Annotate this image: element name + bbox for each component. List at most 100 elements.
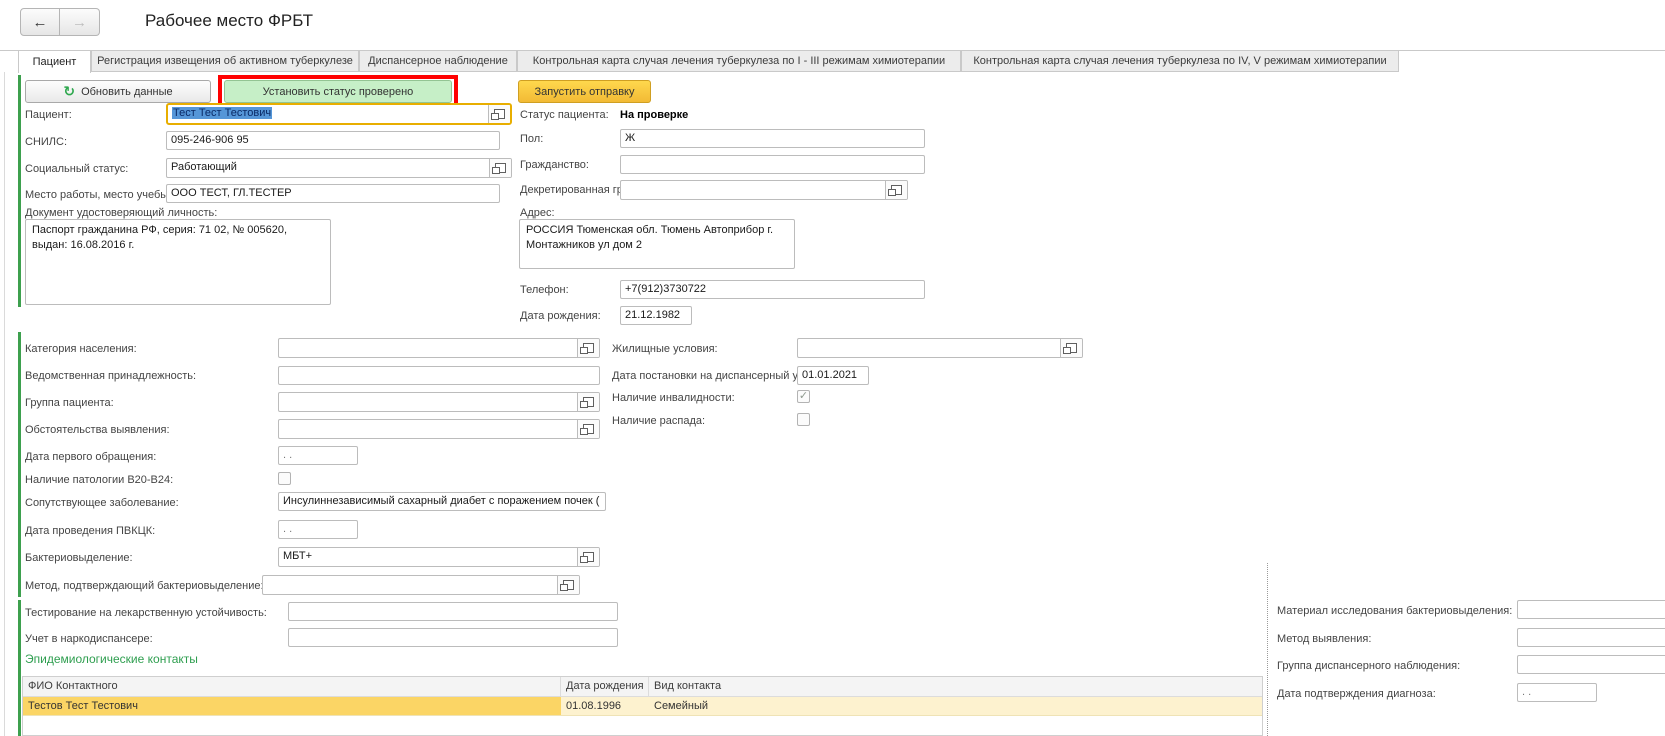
- contact-birthdate-cell[interactable]: 01.08.1996: [561, 697, 649, 715]
- citizenship-value: [621, 156, 924, 173]
- pvkck-date-value: . .: [279, 521, 357, 538]
- decreed-group-picker-button[interactable]: [885, 181, 907, 199]
- social-status-field[interactable]: Работающий: [166, 158, 512, 178]
- back-arrow-icon: ←: [33, 14, 48, 31]
- decay-checkbox[interactable]: [797, 413, 810, 426]
- confirm-method-picker-button[interactable]: [557, 576, 579, 594]
- observation-group-label: Группа диспансерного наблюдения:: [1277, 660, 1460, 672]
- decreed-group-value: [621, 181, 885, 199]
- decay-label: Наличие распада:: [612, 415, 705, 427]
- contacts-table-row-selected[interactable]: Тестов Тест Тестович 01.08.1996 Семейный: [23, 697, 1262, 716]
- bacteria-excretion-picker-button[interactable]: [577, 548, 599, 566]
- detection-circumstances-picker-button[interactable]: [577, 420, 599, 438]
- population-category-picker-button[interactable]: [577, 339, 599, 357]
- tab-chemo-card-4-5[interactable]: Контрольная карта случая лечения туберку…: [961, 50, 1399, 72]
- comorbidity-label: Сопутствующее заболевание:: [25, 497, 179, 509]
- housing-conditions-value: [798, 339, 1060, 357]
- nav-back-button[interactable]: ←: [20, 8, 60, 36]
- address-label: Адрес:: [520, 207, 555, 219]
- tab-chemo-card-1-3[interactable]: Контрольная карта случая лечения туберку…: [517, 50, 961, 72]
- departmental-affiliation-label: Ведомственная принадлежность:: [25, 370, 196, 382]
- bacteria-material-value: [1518, 601, 1665, 618]
- confirm-method-value: [263, 576, 557, 594]
- sex-field[interactable]: Ж: [620, 129, 925, 148]
- drug-resistance-testing-value: [289, 603, 617, 620]
- tab-tb-notice[interactable]: Регистрация извещения об активном туберк…: [91, 50, 359, 72]
- first-visit-date-label: Дата первого обращения:: [25, 451, 156, 463]
- narcology-registration-field[interactable]: [288, 628, 618, 647]
- bacteria-material-label: Материал исследования бактериовыделения:: [1277, 605, 1512, 617]
- section-bar-details: [18, 332, 21, 597]
- patient-group-field[interactable]: [278, 392, 600, 412]
- workplace-label: Место работы, место учебы:: [25, 189, 171, 201]
- comorbidity-field[interactable]: Инсулиннезависимый сахарный диабет с пор…: [278, 492, 606, 511]
- narcology-registration-value: [289, 629, 617, 646]
- nav-forward-button[interactable]: →: [60, 8, 100, 36]
- dispensary-registration-date-value: 01.01.2021: [798, 367, 868, 384]
- form-left-border: [4, 72, 5, 736]
- citizenship-field[interactable]: [620, 155, 925, 174]
- sex-label: Пол:: [520, 133, 543, 145]
- departmental-affiliation-field[interactable]: [278, 366, 600, 385]
- patient-group-label: Группа пациента:: [25, 397, 114, 409]
- diagnosis-confirmation-date-label: Дата подтверждения диагноза:: [1277, 688, 1436, 700]
- detection-method-field[interactable]: [1517, 628, 1665, 647]
- housing-conditions-label: Жилищные условия:: [612, 343, 718, 355]
- section-bar-contacts: [18, 600, 21, 736]
- tab-dispensary-observation[interactable]: Диспансерное наблюдение: [359, 50, 517, 72]
- citizenship-label: Гражданство:: [520, 159, 589, 171]
- decreed-group-field[interactable]: [620, 180, 908, 200]
- detection-method-label: Метод выявления:: [1277, 633, 1371, 645]
- contacts-col-fio[interactable]: ФИО Контактного: [23, 677, 561, 696]
- social-status-picker-button[interactable]: [489, 159, 511, 177]
- bacteria-excretion-field[interactable]: МБТ+: [278, 547, 600, 567]
- contact-fio-cell[interactable]: Тестов Тест Тестович: [23, 697, 561, 715]
- snils-value: 095-246-906 95: [167, 132, 499, 149]
- workplace-field[interactable]: ООО ТЕСТ, ГЛ.ТЕСТЕР: [166, 184, 500, 203]
- start-sending-button[interactable]: Запустить отправку: [518, 80, 651, 103]
- set-status-verified-button[interactable]: Установить статус проверено: [224, 80, 452, 103]
- bacteria-material-field[interactable]: [1517, 600, 1665, 619]
- patient-group-picker-button[interactable]: [577, 393, 599, 411]
- address-textarea[interactable]: РОССИЯ Тюменская обл. Тюмень Автоприбор …: [519, 219, 795, 269]
- patient-status-label: Статус пациента:: [520, 109, 609, 121]
- drug-resistance-testing-field[interactable]: [288, 602, 618, 621]
- phone-field[interactable]: +7(912)3730722: [620, 280, 925, 299]
- first-visit-date-field[interactable]: . .: [278, 446, 358, 465]
- contact-type-cell[interactable]: Семейный: [649, 697, 1262, 715]
- panel-splitter[interactable]: [1267, 563, 1268, 736]
- pvkck-date-field[interactable]: . .: [278, 520, 358, 539]
- phone-value: +7(912)3730722: [621, 281, 924, 298]
- diagnosis-confirmation-date-field[interactable]: . .: [1517, 683, 1597, 702]
- detection-method-value: [1518, 629, 1665, 646]
- detection-circumstances-value: [279, 420, 577, 438]
- choose-icon: [494, 109, 505, 119]
- choose-icon: [583, 424, 594, 434]
- choose-icon: [563, 580, 574, 590]
- phone-label: Телефон:: [520, 284, 569, 296]
- detection-circumstances-field[interactable]: [278, 419, 600, 439]
- birthdate-field[interactable]: 21.12.1982: [620, 306, 692, 325]
- choose-icon: [495, 163, 506, 173]
- confirm-method-field[interactable]: [262, 575, 580, 595]
- snils-field[interactable]: 095-246-906 95: [166, 131, 500, 150]
- housing-conditions-field[interactable]: [797, 338, 1083, 358]
- b20-b24-checkbox[interactable]: [278, 472, 291, 485]
- housing-conditions-picker-button[interactable]: [1060, 339, 1082, 357]
- identity-document-textarea[interactable]: Паспорт гражданина РФ, серия: 71 02, № 0…: [25, 219, 331, 305]
- choose-icon: [1066, 343, 1077, 353]
- population-category-value: [279, 339, 577, 357]
- population-category-field[interactable]: [278, 338, 600, 358]
- narcology-registration-label: Учет в наркодиспансере:: [25, 633, 153, 645]
- refresh-data-button[interactable]: ↻ Обновить данные: [25, 80, 211, 103]
- b20-b24-pathology-label: Наличие патологии B20-B24:: [25, 474, 173, 486]
- patient-field[interactable]: Тест Тест Тестович: [166, 103, 512, 125]
- patient-picker-button[interactable]: [488, 105, 510, 123]
- dispensary-registration-date-field[interactable]: 01.01.2021: [797, 366, 869, 385]
- contacts-col-birthdate[interactable]: Дата рождения: [561, 677, 649, 696]
- patient-status-value: На проверке: [620, 109, 688, 121]
- disability-checkbox-checked[interactable]: ✓: [797, 390, 810, 403]
- tab-patient[interactable]: Пациент: [18, 50, 91, 73]
- observation-group-field[interactable]: [1517, 655, 1665, 674]
- contacts-col-contact-type[interactable]: Вид контакта: [649, 677, 1262, 696]
